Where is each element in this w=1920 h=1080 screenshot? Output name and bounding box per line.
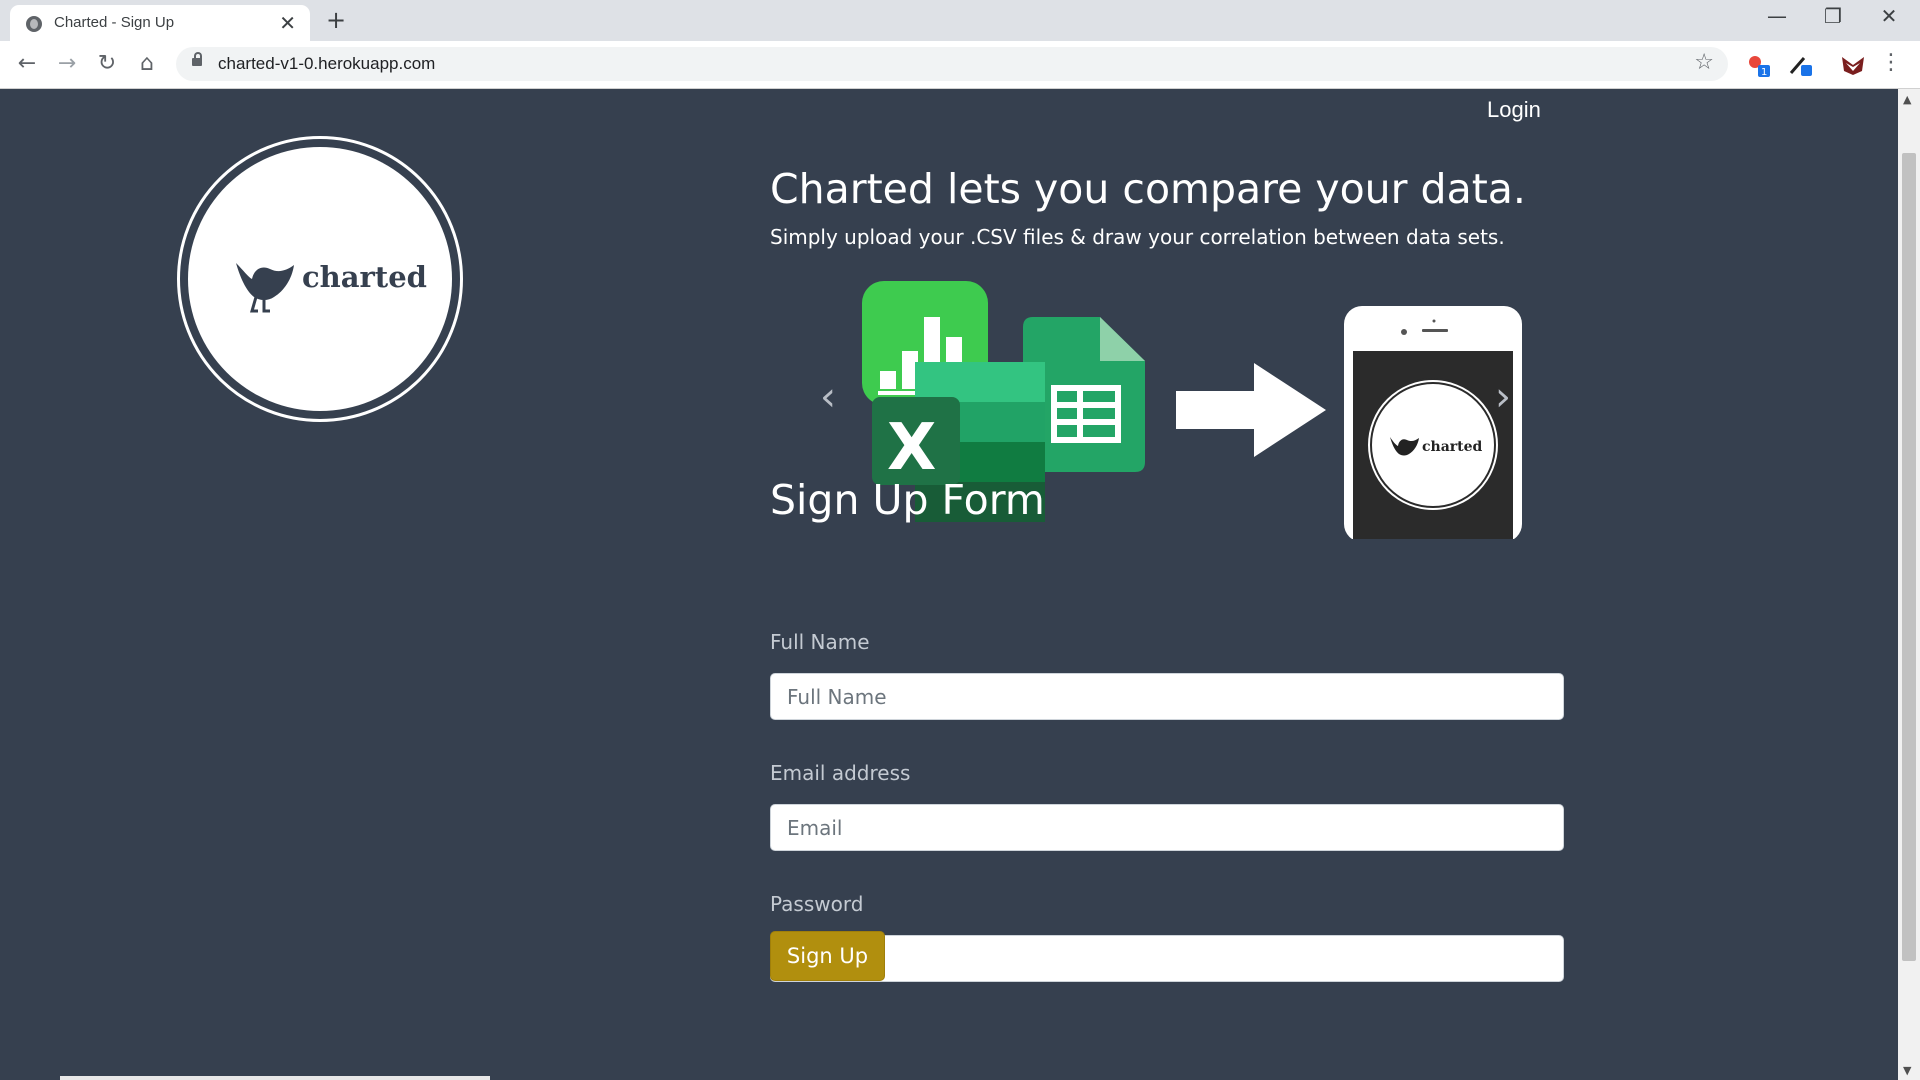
bookmark-star-icon[interactable]: ☆: [1694, 50, 1714, 75]
form-title: Sign Up Form: [770, 476, 1045, 524]
charted-logo: charted: [177, 136, 463, 422]
globe-icon: [26, 16, 42, 32]
phone-mockup: charted: [1344, 306, 1522, 542]
lock-icon: [192, 52, 202, 66]
tab-title: Charted - Sign Up: [54, 14, 175, 31]
carousel-prev-icon[interactable]: ‹: [820, 374, 836, 420]
password-label: Password: [770, 892, 864, 916]
new-tab-button[interactable]: +: [326, 6, 346, 34]
scroll-thumb[interactable]: [1902, 153, 1916, 961]
full-name-input[interactable]: [770, 673, 1564, 720]
login-link[interactable]: Login: [1487, 97, 1541, 123]
page-scrollbar[interactable]: ▲ ▼: [1898, 89, 1920, 1080]
reload-button[interactable]: ↻: [93, 51, 121, 76]
extension-badge: 1: [1761, 67, 1767, 77]
excel-letter: X: [887, 411, 936, 485]
logo-disc: charted: [188, 147, 452, 411]
fox-extension-icon: [1842, 57, 1864, 75]
chicken-icon: [236, 263, 294, 313]
page-content: Login charted Charted lets you compare y…: [0, 89, 1898, 1080]
password-input[interactable]: [770, 935, 1564, 982]
url-text[interactable]: charted-v1-0.herokuapp.com: [218, 54, 435, 74]
browser-toolbar: ← → ↻ ⌂ charted-v1-0.herokuapp.com ☆ 1 ⋮: [0, 41, 1920, 89]
hero-subtitle: Simply upload your .CSV files & draw you…: [770, 225, 1505, 249]
sign-up-button[interactable]: Sign Up: [770, 931, 885, 981]
extension-icon-3[interactable]: [1840, 53, 1864, 77]
back-button[interactable]: ←: [13, 51, 41, 76]
address-bar[interactable]: charted-v1-0.herokuapp.com ☆: [176, 47, 1728, 81]
browser-tab-bar: Charted - Sign Up ✕ + — ❐ ✕: [0, 0, 1920, 41]
puzzle-extension-icon: 1: [1749, 56, 1770, 78]
email-label: Email address: [770, 761, 911, 785]
extension-icon-2[interactable]: [1788, 53, 1812, 77]
carousel-next-icon[interactable]: ›: [1495, 374, 1511, 420]
download-bar-edge: [60, 1076, 490, 1080]
close-window-button[interactable]: ✕: [1866, 4, 1912, 28]
tab-close-icon[interactable]: ✕: [279, 11, 296, 35]
browser-menu-icon[interactable]: ⋮: [1880, 50, 1902, 75]
home-button[interactable]: ⌂: [133, 51, 161, 76]
hero-title: Charted lets you compare your data.: [770, 165, 1526, 213]
scroll-down-icon[interactable]: ▼: [1903, 1064, 1911, 1077]
right-arrow-icon: [1176, 363, 1326, 457]
maximize-button[interactable]: ❐: [1810, 4, 1856, 28]
full-name-label: Full Name: [770, 630, 870, 654]
phone-logo-text: charted: [1422, 439, 1483, 455]
email-input[interactable]: [770, 804, 1564, 851]
minimize-button[interactable]: —: [1754, 4, 1800, 28]
scroll-up-icon[interactable]: ▲: [1903, 93, 1911, 106]
forward-button[interactable]: →: [53, 51, 81, 76]
logo-text: charted: [302, 260, 427, 294]
browser-tab[interactable]: Charted - Sign Up ✕: [10, 5, 310, 41]
extension-icon-1[interactable]: 1: [1746, 53, 1770, 78]
pen-extension-icon: [1789, 57, 1812, 76]
